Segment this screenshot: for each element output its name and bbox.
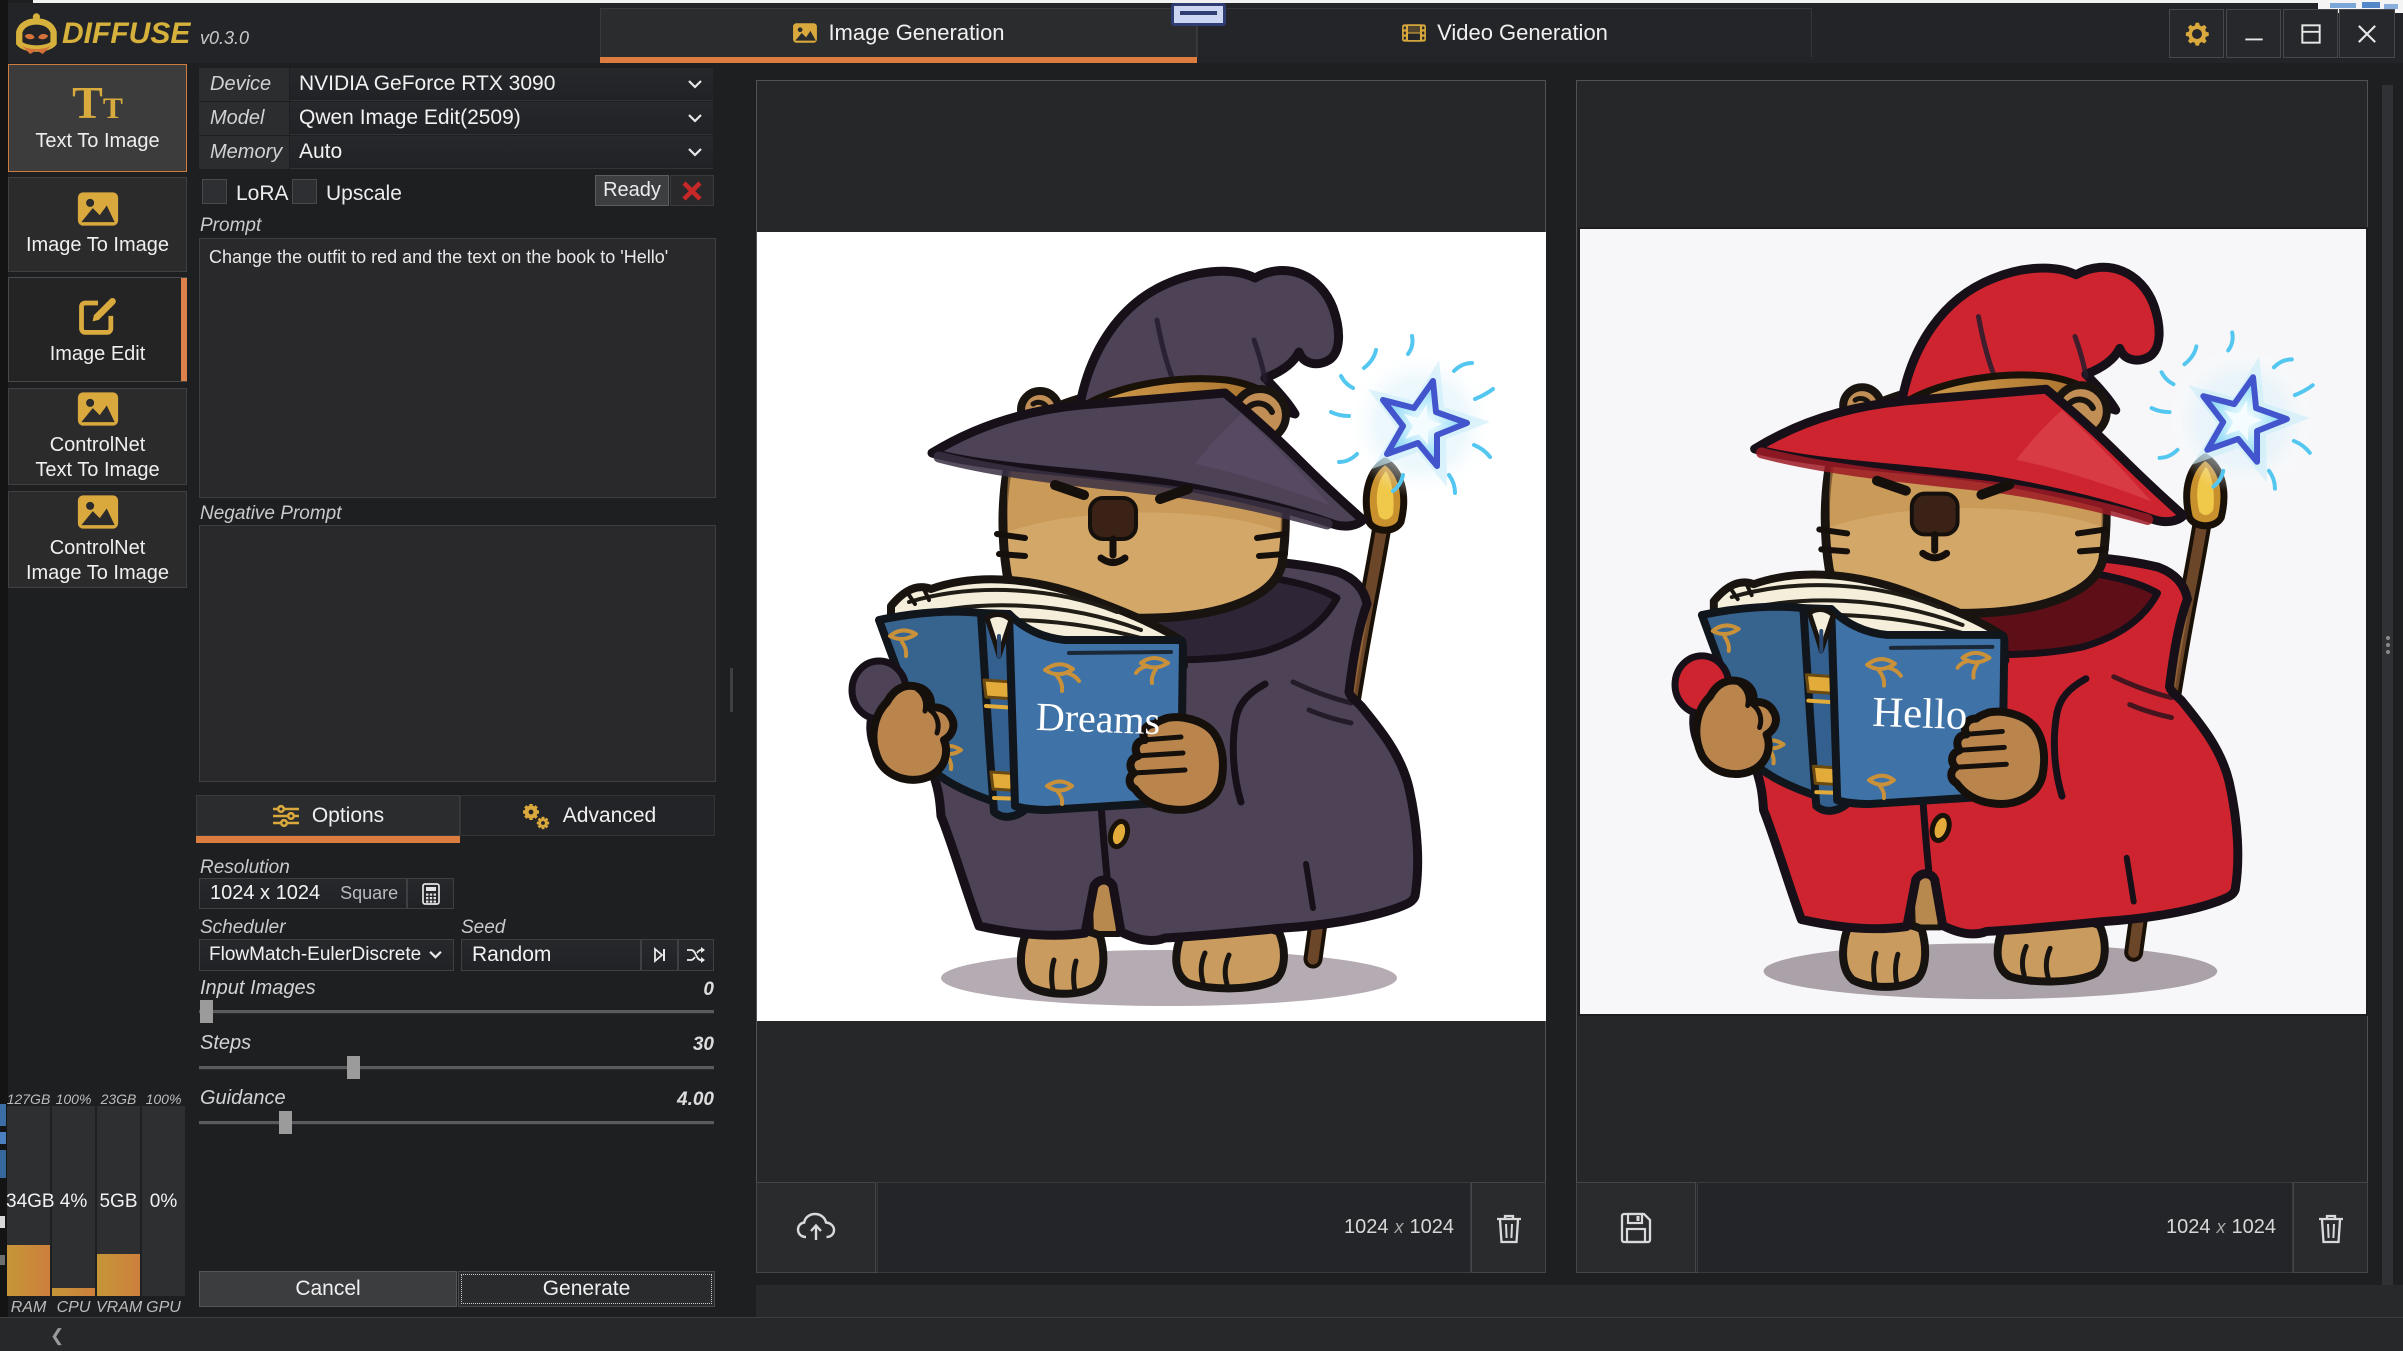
svg-text:Hello: Hello [1872, 689, 1969, 739]
svg-text:Dreams: Dreams [1035, 694, 1161, 743]
